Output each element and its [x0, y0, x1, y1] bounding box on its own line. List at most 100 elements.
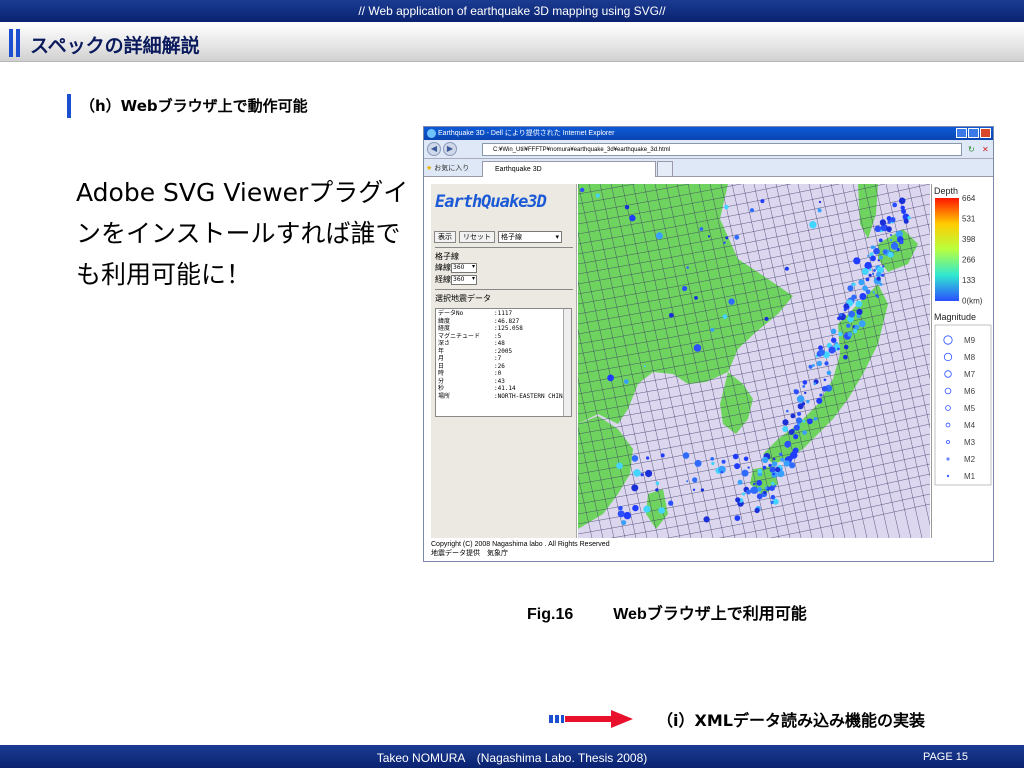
section-title: スペックの詳細解説: [30, 35, 200, 57]
sakhalin: [858, 184, 878, 239]
magnitude-box: [934, 324, 992, 486]
close-icon[interactable]: [980, 128, 991, 138]
earthquake-point: [741, 469, 749, 477]
earthquake-point: [686, 266, 689, 269]
data-key: 深さ: [438, 340, 451, 347]
earthquake-point: [816, 397, 823, 404]
earthquake-point: [865, 289, 871, 295]
earthquake-point: [802, 380, 808, 385]
lat-select[interactable]: 360: [451, 262, 477, 273]
earthquake-point: [686, 480, 689, 483]
reset-button[interactable]: リセット: [459, 231, 495, 243]
earthquake-point: [629, 214, 636, 222]
earthquake-map[interactable]: [578, 184, 930, 538]
earthquake-point: [668, 500, 674, 506]
legend-svg: Depth 664 531 398 266 133 0(km) Magnitude M9 M…: [934, 186, 992, 486]
browser-screenshot: Earthquake 3D - Dell により提供された Internet E…: [423, 126, 994, 562]
earthquake-point: [873, 247, 880, 255]
new-tab-button[interactable]: [657, 161, 673, 177]
favorites-button[interactable]: お気に入り: [426, 163, 469, 173]
earthquake-point: [882, 265, 885, 268]
earthquake-point: [655, 232, 663, 240]
earthquake-point: [734, 234, 740, 240]
data-row: 時:0: [438, 370, 569, 378]
control-buttons: 表示 リセット 格子線: [434, 231, 562, 243]
data-rows: データNo:1117 緯度:46.827 経度:125.058 マグニチュード:5 深さ…: [438, 310, 569, 400]
earthquake-point: [879, 255, 883, 260]
earthquake-point: [644, 365, 646, 368]
earthquake-point: [813, 417, 818, 421]
earthquake-point: [843, 344, 849, 350]
earthquake-point: [848, 310, 855, 318]
section-bar: スペックの詳細解説: [0, 22, 1024, 62]
earthquake-point: [839, 313, 843, 317]
earthquake-point: [867, 254, 870, 258]
earthquake-point: [865, 277, 870, 282]
data-key: 経度: [438, 325, 451, 332]
data-row: 日:26: [438, 363, 569, 371]
lon-row: 経線 360: [435, 274, 477, 285]
earthquake-point: [844, 303, 849, 309]
depth-tick-label: 266: [962, 256, 976, 265]
earthquake-point: [623, 379, 629, 384]
figure-caption: Fig.16 Webブラウザ上で利用可能: [527, 600, 807, 624]
depth-tick-label: 531: [962, 215, 976, 224]
data-row: マグニチュード:5: [438, 333, 569, 341]
next-section-link[interactable]: （i）XMLデータ読み込み機能の実装: [549, 707, 925, 731]
app-logo: EarthQuake3D: [435, 192, 547, 212]
display-button[interactable]: 表示: [434, 231, 456, 243]
earthquake-point: [854, 324, 860, 330]
earthquake-point: [618, 505, 623, 511]
earthquake-point: [802, 419, 806, 423]
tab-earthquake3d[interactable]: Earthquake 3D: [482, 161, 656, 177]
copyright-text: Copyright (C) 2008 Nagashima labo . All …: [431, 541, 610, 548]
stop-icon[interactable]: ✕: [982, 143, 992, 156]
control-panel: EarthQuake3D 表示 リセット 格子線 格子線 緯線360 経線360…: [431, 184, 577, 538]
earthquake-point: [889, 238, 893, 242]
forward-arrow-icon[interactable]: ▶: [443, 142, 457, 156]
earthquake-point: [847, 331, 853, 337]
earthquake-point: [707, 235, 711, 238]
body-text: Adobe SVG Viewerプラグインをインストールすれば誰でも利用可能に！: [76, 178, 409, 289]
slide-footer: Takeo NOMURA (Nagashima Labo. Thesis 200…: [0, 745, 1024, 768]
data-row: 秒:41.14: [438, 385, 569, 393]
data-row: 月:7: [438, 355, 569, 363]
earthquake-point: [793, 389, 799, 395]
earthquake-point: [710, 328, 715, 332]
earthquake-point: [784, 266, 789, 271]
earthquake-point: [764, 316, 769, 321]
earthquake-point: [694, 296, 698, 300]
earthquake-point: [813, 382, 817, 385]
grid-select[interactable]: 格子線: [498, 231, 562, 243]
lon-select[interactable]: 360: [451, 274, 477, 285]
earthquake-point: [816, 360, 823, 367]
next-section-label[interactable]: （i）XMLデータ読み込み機能の実装: [657, 707, 925, 731]
earthquake-point: [761, 456, 769, 464]
earthquake-point: [743, 456, 749, 462]
earthquake-point: [770, 500, 774, 504]
earthquake-point: [823, 378, 827, 382]
scrollbar[interactable]: [563, 309, 571, 416]
earthquake-point: [881, 273, 885, 277]
back-arrow-icon[interactable]: ◀: [427, 142, 441, 156]
address-input[interactable]: C:¥Win_Util¥FFFTP¥nomura¥earthquake_3d¥e…: [482, 143, 962, 156]
refresh-icon[interactable]: ↻: [968, 143, 980, 156]
arrow-right-icon: [549, 710, 633, 728]
subsection-title: （h）Webブラウザ上で動作可能: [80, 97, 308, 115]
maximize-icon[interactable]: [968, 128, 979, 138]
subsection-marker: [67, 94, 71, 118]
earthquake-point: [858, 279, 865, 286]
earthquake-point: [655, 481, 660, 486]
figure-number: Fig.16: [527, 606, 574, 623]
depth-title: Depth: [934, 186, 958, 196]
earthquake-point: [646, 456, 650, 460]
minimize-icon[interactable]: [956, 128, 967, 138]
earthquake-point: [724, 204, 729, 210]
data-key: 月: [438, 355, 445, 362]
earthquake-point: [745, 489, 751, 495]
data-row: 緯度:46.827: [438, 318, 569, 326]
earthquake-point: [793, 424, 800, 431]
depth-colorbar: [935, 198, 959, 301]
earthquake-point: [892, 202, 898, 208]
earthquake-point: [682, 285, 688, 292]
